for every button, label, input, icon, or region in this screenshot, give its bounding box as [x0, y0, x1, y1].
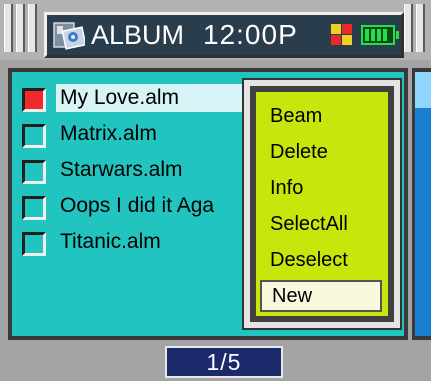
- context-menu-body: Beam Delete Info SelectAll Deselect New: [256, 92, 388, 316]
- menu-item-delete[interactable]: Delete: [260, 136, 382, 168]
- bezel-ridge: [416, 4, 425, 52]
- color-grid-icon[interactable]: [331, 24, 353, 46]
- page-indicator: 1/5: [165, 346, 283, 378]
- menu-item-new[interactable]: New: [260, 280, 382, 312]
- context-menu: Beam Delete Info SelectAll Deselect New: [242, 78, 402, 330]
- battery-icon: [361, 25, 399, 45]
- context-menu-frame: Beam Delete Info SelectAll Deselect New: [250, 86, 394, 322]
- file-checkbox[interactable]: [22, 88, 46, 112]
- file-checkbox[interactable]: [22, 124, 46, 148]
- menu-item-info[interactable]: Info: [260, 172, 382, 204]
- file-name: Starwars.alm: [60, 158, 183, 181]
- album-app-icon[interactable]: [53, 20, 85, 50]
- menu-item-beam[interactable]: Beam: [260, 100, 382, 132]
- file-name: Matrix.alm: [60, 122, 157, 145]
- file-row-matrix[interactable]: Matrix.alm: [18, 118, 238, 152]
- clock: 12:00P: [203, 19, 298, 50]
- scrollbar-thumb[interactable]: [415, 72, 431, 108]
- app-title: ALBUM: [91, 20, 185, 50]
- file-row-starwars[interactable]: Starwars.alm: [18, 154, 238, 188]
- file-checkbox[interactable]: [22, 196, 46, 220]
- file-checkbox[interactable]: [22, 232, 46, 256]
- file-row-my-love[interactable]: My Love.alm: [18, 82, 280, 116]
- scrollbar-track[interactable]: [415, 72, 431, 336]
- file-checkbox[interactable]: [22, 160, 46, 184]
- file-name: Oops I did it Aga: [60, 194, 215, 217]
- bezel-ridge: [404, 4, 413, 52]
- file-row-titanic[interactable]: Titanic.alm: [18, 226, 238, 260]
- bezel-ridge: [16, 4, 25, 52]
- scrollbar[interactable]: [412, 68, 431, 340]
- title-bar: ALBUM 12:00P: [0, 0, 431, 60]
- title-box: ALBUM 12:00P: [44, 12, 404, 58]
- menu-item-deselect[interactable]: Deselect: [260, 244, 382, 276]
- bezel-ridge: [4, 4, 13, 52]
- file-name: Titanic.alm: [60, 230, 161, 253]
- file-row-oops[interactable]: Oops I did it Aga: [18, 190, 238, 224]
- menu-item-selectall[interactable]: SelectAll: [260, 208, 382, 240]
- bezel-ridge: [28, 4, 37, 52]
